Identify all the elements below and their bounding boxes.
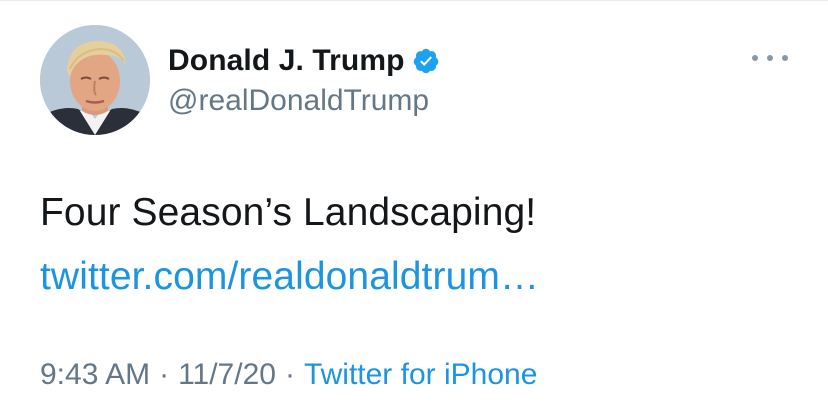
tweet-text: Four Season’s Landscaping!: [40, 191, 537, 234]
author-name-row[interactable]: Donald J. Trump: [168, 42, 440, 80]
avatar[interactable]: [40, 25, 150, 135]
meta-separator: ·: [284, 358, 295, 391]
tweet-card: Donald J. Trump @realDonaldTrump Four Se…: [0, 0, 828, 410]
tweet-date[interactable]: 11/7/20: [178, 358, 276, 392]
profile-photo: [40, 25, 150, 135]
display-name[interactable]: Donald J. Trump: [168, 44, 405, 78]
author-handle[interactable]: @realDonaldTrump: [168, 84, 429, 118]
tweet-time[interactable]: 9:43 AM: [40, 358, 150, 392]
more-dot: [767, 55, 773, 61]
tweet-source-link[interactable]: Twitter for iPhone: [304, 358, 537, 392]
verified-badge-icon: [412, 47, 440, 75]
tweet-metadata: 9:43 AM · 11/7/20 · Twitter for iPhone: [40, 358, 537, 392]
more-dot: [752, 55, 758, 61]
more-dot: [782, 55, 788, 61]
more-options-icon[interactable]: [752, 46, 788, 70]
tweet-link[interactable]: twitter.com/realdonaldtrum…: [40, 255, 539, 299]
meta-separator: ·: [159, 358, 170, 391]
